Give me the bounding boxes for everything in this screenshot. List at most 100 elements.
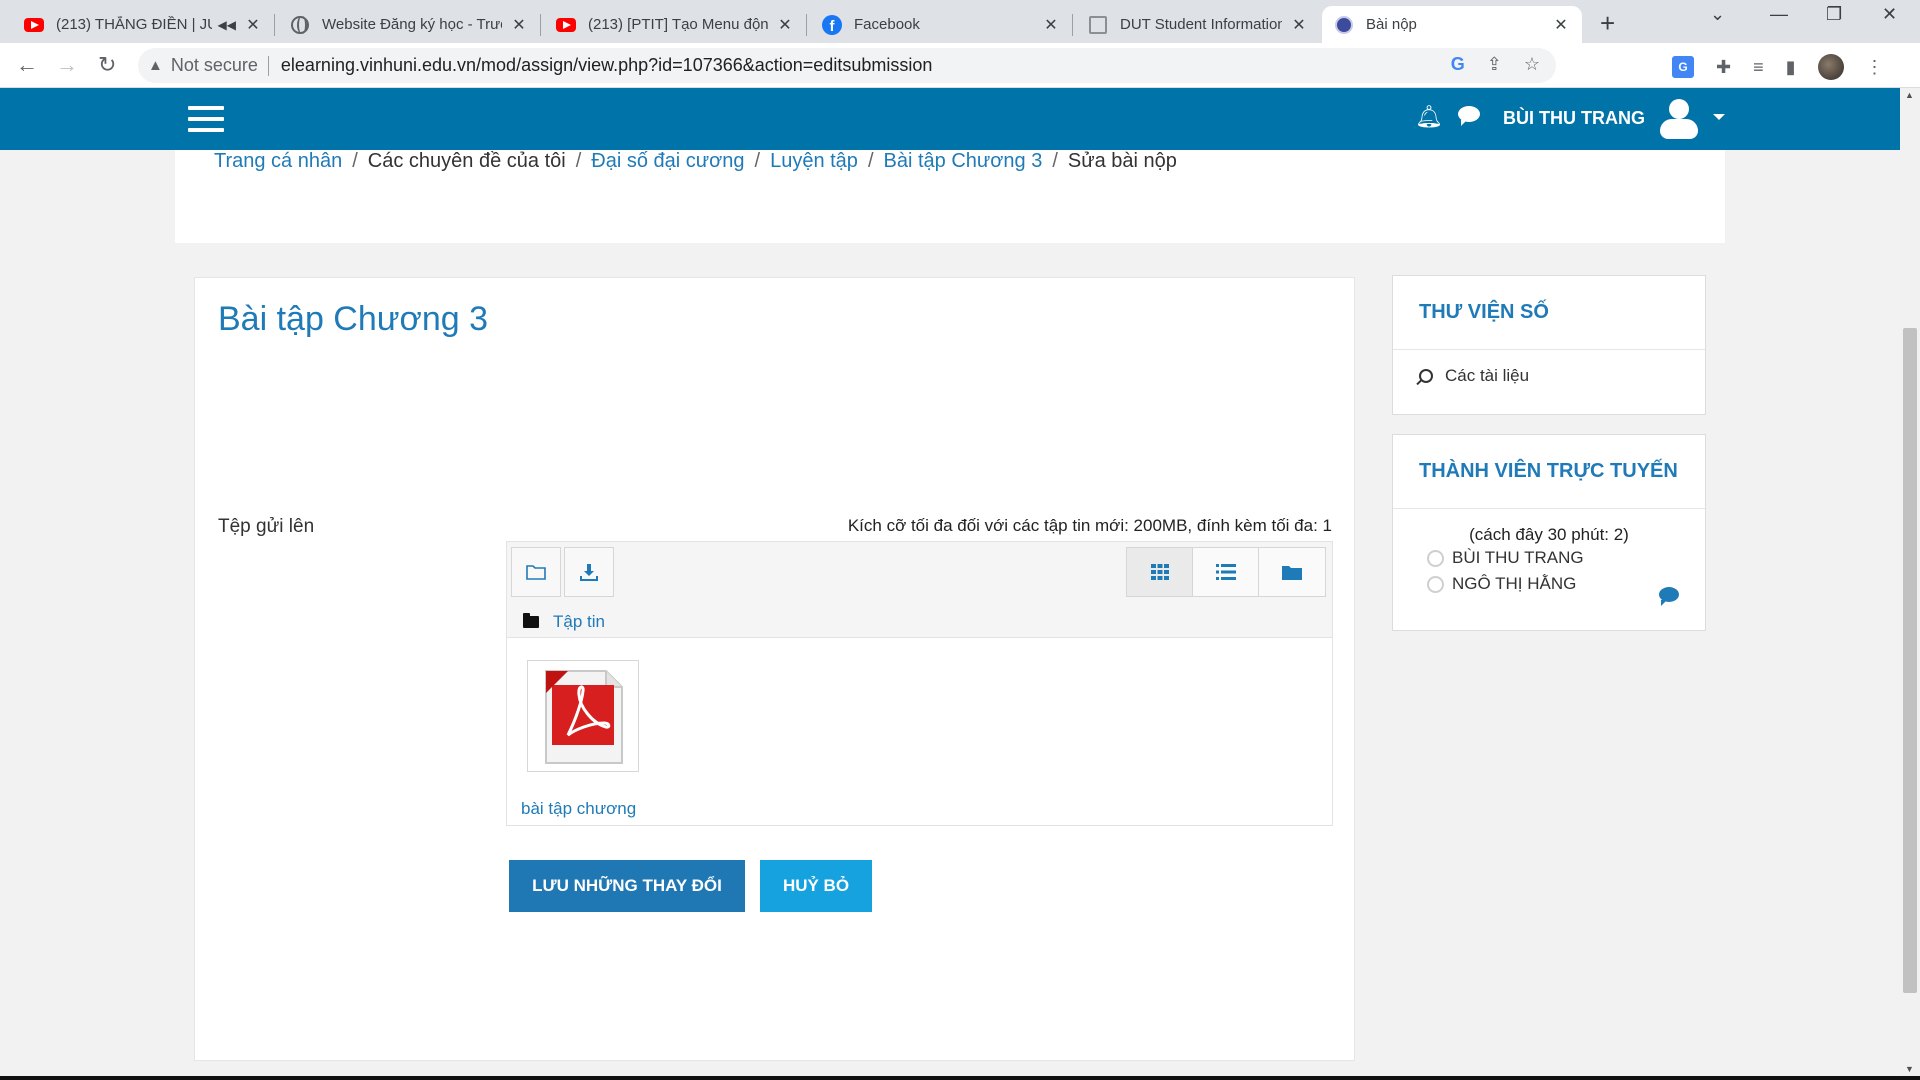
browser-tab-active[interactable]: Bài nộp ✕	[1322, 6, 1582, 43]
scroll-up-icon[interactable]: ▲	[1905, 90, 1914, 100]
close-icon[interactable]: ✕	[1290, 15, 1308, 35]
user-menu-caret-icon[interactable]	[1713, 114, 1725, 120]
tab-separator	[540, 14, 541, 36]
close-icon[interactable]: ✕	[244, 15, 262, 35]
breadcrumb-item-assignment[interactable]: Bài tập Chương 3	[884, 150, 1043, 173]
page-title: Bài tập Chương 3	[218, 300, 488, 338]
scroll-down-icon[interactable]: ▼	[1905, 1064, 1914, 1074]
restore-icon[interactable]: ❐	[1826, 4, 1842, 25]
not-secure-label[interactable]: Not secure	[171, 55, 258, 76]
address-bar[interactable]: ▲ Not secure elearning.vinhuni.edu.vn/mo…	[138, 48, 1556, 83]
close-icon[interactable]: ✕	[1552, 15, 1570, 35]
side-panel-icon[interactable]: ▮	[1786, 57, 1796, 78]
youtube-icon	[556, 15, 576, 35]
user-name[interactable]: BÙI THU TRANG	[1503, 108, 1645, 129]
user-icon	[1427, 575, 1444, 593]
user-icon	[1427, 549, 1444, 567]
online-user-name[interactable]: BÙI THU TRANG	[1452, 548, 1584, 568]
site-seal-icon	[1334, 15, 1354, 35]
omnibox-actions: G ⇪ ☆	[1451, 54, 1540, 75]
breadcrumb-separator: /	[754, 150, 761, 172]
omnibox-separator	[267, 55, 269, 76]
browser-tab-3[interactable]: (213) [PTIT] Tạo Menu động ✕	[544, 6, 806, 43]
tab-title: (213) THẮNG ĐIỀN | JUSTATEE	[56, 16, 212, 33]
translate-icon[interactable]: G	[1672, 56, 1694, 78]
extension-bar: G ✚ ≡ ▮ ⋮	[1672, 54, 1884, 80]
file-drop-area[interactable]: bài tập chương 3.pdf	[506, 637, 1333, 826]
add-file-button[interactable]	[511, 547, 561, 597]
user-avatar-icon[interactable]	[1656, 97, 1700, 141]
breadcrumb-item-current: Sửa bài nộp	[1067, 150, 1177, 172]
hamburger-menu-icon[interactable]	[188, 106, 224, 132]
speaker-icon[interactable]: ◀◀	[218, 18, 236, 32]
folder-outline-icon	[526, 565, 546, 580]
online-users-block: THÀNH VIÊN TRỰC TUYẾN (cách đây 30 phút:…	[1392, 434, 1706, 631]
search-icon	[1419, 369, 1433, 383]
share-icon[interactable]: ⇪	[1487, 54, 1502, 75]
folder-icon	[1282, 566, 1302, 580]
browser-tab-4[interactable]: f Facebook ✕	[810, 6, 1072, 43]
close-icon[interactable]: ✕	[510, 15, 528, 35]
file-thumbnail[interactable]	[527, 660, 639, 772]
facebook-icon: f	[822, 14, 842, 35]
browser-tab-1[interactable]: (213) THẮNG ĐIỀN | JUSTATEE ◀◀ ✕	[12, 6, 274, 43]
window-close-icon[interactable]: ✕	[1882, 4, 1897, 25]
breadcrumb-item-my-courses: Các chuyên đề của tôi	[367, 150, 566, 172]
breadcrumb-separator: /	[575, 150, 582, 172]
site-top-navbar: 🔔︎ BÙI THU TRANG	[0, 88, 1900, 150]
tab-title: Bài nộp	[1366, 16, 1417, 33]
messages-icon[interactable]	[1458, 106, 1480, 126]
tab-title: DUT Student Information System	[1120, 16, 1282, 33]
forward-arrow-icon[interactable]: →	[56, 52, 78, 78]
list-icon	[1215, 564, 1236, 580]
online-period-text: (cách đây 30 phút: 2)	[1469, 525, 1629, 544]
breadcrumb-separator: /	[352, 150, 358, 172]
online-user-item[interactable]: BÙI THU TRANG	[1393, 545, 1705, 571]
breadcrumb-separator: /	[867, 150, 874, 172]
browser-tab-bar: (213) THẮNG ĐIỀN | JUSTATEE ◀◀ ✕ Website…	[0, 0, 1920, 43]
icon-view-button[interactable]	[1127, 548, 1193, 596]
close-icon[interactable]: ✕	[776, 15, 794, 35]
minimize-icon[interactable]: —	[1770, 4, 1788, 25]
max-size-info: Kích cỡ tối đa đối với các tập tin mới: …	[847, 516, 1332, 535]
file-name[interactable]: bài tập chương 3.pdf	[521, 796, 661, 822]
bookmark-star-icon[interactable]: ☆	[1524, 54, 1540, 75]
browser-menu-icon[interactable]: ⋮	[1866, 57, 1884, 78]
url-text[interactable]: elearning.vinhuni.edu.vn/mod/assign/view…	[281, 55, 932, 76]
path-root-link[interactable]: Tập tin	[553, 612, 605, 632]
new-tab-icon[interactable]: +	[1600, 8, 1615, 39]
tab-search-icon[interactable]: ⌄	[1710, 4, 1725, 25]
notification-bell-icon[interactable]: 🔔︎	[1415, 104, 1443, 130]
close-icon[interactable]: ✕	[1042, 15, 1060, 35]
tab-separator	[1072, 14, 1073, 36]
address-toolbar: ← → ↻ ▲ Not secure elearning.vinhuni.edu…	[0, 43, 1920, 88]
breadcrumb-item-course[interactable]: Đại số đại cương	[591, 150, 744, 173]
tree-view-button[interactable]	[1259, 548, 1325, 596]
scrollbar-thumb[interactable]	[1903, 328, 1917, 993]
list-view-button[interactable]	[1193, 548, 1259, 596]
extensions-puzzle-icon[interactable]: ✚	[1716, 57, 1731, 78]
library-documents-link[interactable]: Các tài liệu	[1393, 350, 1705, 386]
media-queue-icon[interactable]: ≡	[1753, 57, 1764, 78]
profile-avatar[interactable]	[1817, 54, 1844, 80]
page-scrollbar[interactable]: ▲ ▼	[1900, 88, 1920, 1076]
breadcrumb-container: Trang cá nhân / Các chuyên đề của tôi / …	[175, 150, 1725, 243]
digital-library-block: THƯ VIỆN SỐ Các tài liệu	[1392, 275, 1706, 415]
download-all-button[interactable]	[564, 547, 614, 597]
document-icon	[1088, 15, 1108, 35]
google-icon[interactable]: G	[1451, 54, 1465, 75]
breadcrumb-item-section[interactable]: Luyện tập	[770, 150, 858, 173]
online-user-name[interactable]: NGÔ THỊ HẰNG	[1452, 574, 1576, 594]
browser-tab-2[interactable]: Website Đăng ký học - Trường ✕	[278, 6, 540, 43]
browser-tab-5[interactable]: DUT Student Information System ✕	[1076, 6, 1320, 43]
folder-icon	[523, 613, 539, 628]
breadcrumb-item-home[interactable]: Trang cá nhân	[214, 150, 342, 173]
download-icon	[580, 564, 598, 581]
warning-icon[interactable]: ▲	[148, 57, 163, 74]
send-message-icon[interactable]	[1659, 587, 1679, 606]
save-changes-button[interactable]: LƯU NHỮNG THAY ĐỔI	[509, 860, 745, 912]
library-item-label[interactable]: Các tài liệu	[1445, 366, 1529, 386]
reload-icon[interactable]: ↻	[98, 52, 116, 78]
back-arrow-icon[interactable]: ←	[16, 52, 38, 78]
cancel-button[interactable]: HUỶ BỎ	[760, 860, 872, 912]
